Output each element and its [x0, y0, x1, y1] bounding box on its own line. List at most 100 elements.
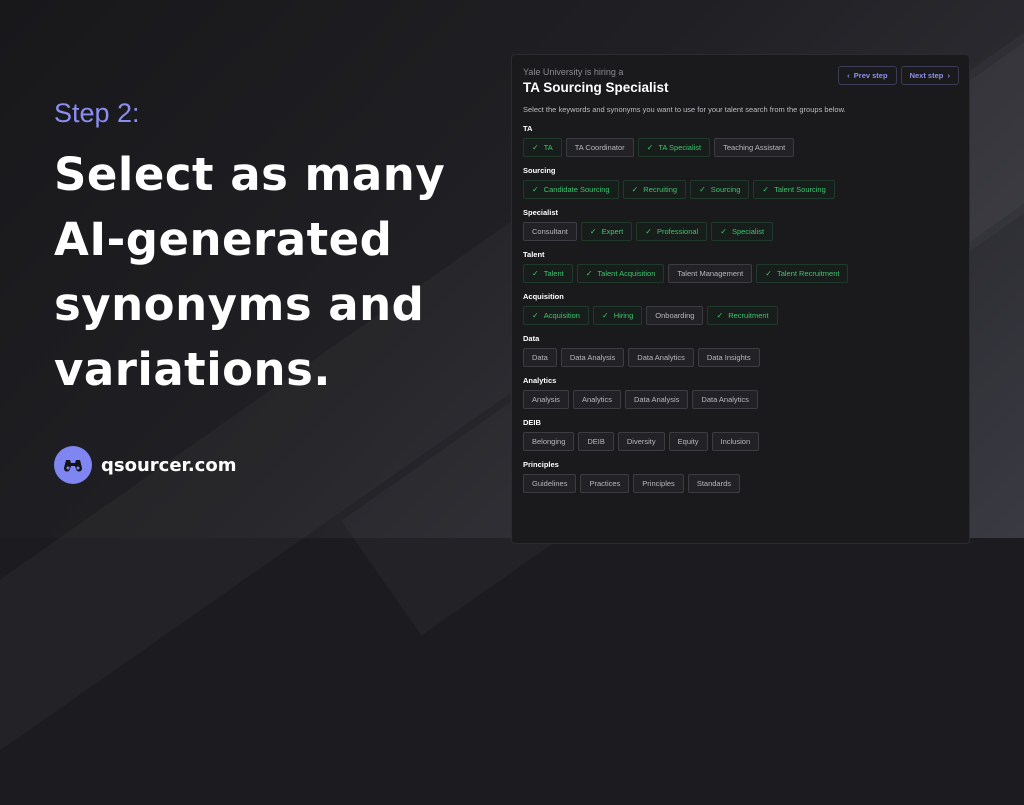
chip-label: Analysis [532, 395, 560, 404]
binoculars-icon [54, 446, 92, 484]
chip-label: Talent Recruitment [776, 269, 840, 278]
prev-step-button[interactable]: ‹ Prev step [838, 66, 897, 85]
chip-label: Consultant [532, 227, 568, 236]
keyword-chip[interactable]: ✓ Specialist [711, 222, 774, 241]
keyword-chip[interactable]: Analytics [572, 390, 621, 409]
chip-list: ✓ Candidate Sourcing ✓ Recruiting ✓ Sourcing ✓… [523, 180, 958, 199]
keyword-chip[interactable]: Principles [633, 474, 684, 493]
keyword-group: Data Data Data Analysis Data Analytics Data … [523, 334, 958, 367]
keyword-chip[interactable]: ✓ Talent Sourcing [753, 180, 835, 199]
keyword-group: Sourcing ✓ Candidate Sourcing ✓ Recruiting ✓ S… [523, 166, 958, 199]
keyword-chip[interactable]: ✓ TA Specialist [637, 138, 711, 157]
keyword-chip[interactable]: Teaching Assistant [714, 138, 795, 157]
chip-label: Talent [543, 269, 564, 278]
keyword-group: Acquisition ✓ Acquisition ✓ Hiring Onboarding… [523, 292, 958, 325]
group-label: Principles [523, 460, 559, 469]
chip-label: Talent Sourcing [774, 185, 826, 194]
chip-label: Standards [696, 479, 732, 488]
keyword-chip[interactable]: Consultant [523, 222, 577, 241]
group-label: TA [523, 124, 533, 133]
keyword-chip[interactable]: ✓ Talent [523, 264, 573, 283]
step-label: Step 2: [54, 98, 140, 128]
keyword-chip[interactable]: Belonging [523, 432, 575, 451]
chip-label: TA Coordinator [574, 143, 625, 152]
chevron-left-icon: ‹ [847, 71, 854, 80]
check-icon: ✓ [646, 143, 654, 152]
group-label: Acquisition [523, 292, 564, 301]
keyword-group: Talent ✓ Talent ✓ Talent Acquisition Talent M… [523, 250, 958, 283]
chip-list: Belonging DEIB Diversity Equity Inclusion [523, 432, 958, 451]
chip-label: Professional [656, 227, 699, 236]
chip-label: Recruitment [728, 311, 769, 320]
keyword-chip[interactable]: ✓ Hiring [592, 306, 643, 325]
keyword-chip[interactable]: ✓ TA [523, 138, 562, 157]
next-step-button[interactable]: Next step › [900, 66, 959, 85]
keyword-chip[interactable]: Inclusion [711, 432, 760, 451]
chip-label: Recruiting [643, 185, 678, 194]
keyword-chip[interactable]: Data [523, 348, 557, 367]
keyword-chip[interactable]: Analysis [523, 390, 569, 409]
keyword-chip[interactable]: ✓ Talent Acquisition [576, 264, 665, 283]
chip-list: Consultant ✓ Expert ✓ Professional ✓ Specialis… [523, 222, 958, 241]
chip-label: Data Analysis [633, 395, 680, 404]
chip-label: TA Specialist [658, 143, 702, 152]
keyword-chip[interactable]: Data Analysis [560, 348, 625, 367]
instructions: Select the keywords and synonyms you wan… [523, 105, 846, 114]
keyword-chip[interactable]: Equity [668, 432, 708, 451]
chip-label: Data Insights [706, 353, 751, 362]
check-icon: ✓ [699, 185, 706, 194]
keyword-chip[interactable]: ✓ Sourcing [690, 180, 750, 199]
keyword-chip[interactable]: Talent Management [668, 264, 753, 283]
keyword-chip[interactable]: Data Analytics [628, 348, 694, 367]
keyword-chip[interactable]: ✓ Professional [636, 222, 708, 241]
check-icon: ✓ [532, 269, 539, 278]
chip-label: Acquisition [543, 311, 580, 320]
headline: Select as many AI-generated synonyms and… [54, 148, 446, 396]
chip-label: Talent Acquisition [597, 269, 656, 278]
keyword-groups: TA ✓ TA TA Coordinator ✓ TA Specialist Teachin… [523, 124, 958, 493]
chevron-right-icon: › [943, 71, 950, 80]
chip-label: Guidelines [532, 479, 568, 488]
chip-label: TA [543, 143, 553, 152]
chip-label: Belonging [532, 437, 566, 446]
keyword-chip[interactable]: ✓ Recruiting [622, 180, 687, 199]
keyword-chip[interactable]: ✓ Recruitment [707, 306, 778, 325]
keyword-chip[interactable]: ✓ Expert [580, 222, 633, 241]
keyword-chip[interactable]: Data Analysis [624, 390, 689, 409]
keyword-chip[interactable]: Diversity [617, 432, 665, 451]
check-icon: ✓ [585, 269, 593, 278]
chip-label: Diversity [626, 437, 656, 446]
keyword-chip[interactable]: Guidelines [523, 474, 577, 493]
check-icon: ✓ [762, 185, 770, 194]
keyword-group: Principles Guidelines Practices Principles S… [523, 460, 958, 493]
keyword-chip[interactable]: Practices [580, 474, 630, 493]
chip-label: Candidate Sourcing [543, 185, 610, 194]
chip-label: Specialist [731, 227, 765, 236]
check-icon: ✓ [532, 311, 539, 320]
chip-list: Data Data Analysis Data Analytics Data Insi… [523, 348, 958, 367]
chip-label: Onboarding [655, 311, 695, 320]
check-icon: ✓ [532, 143, 539, 152]
keyword-chip[interactable]: Data Analytics [692, 390, 758, 409]
chip-label: Teaching Assistant [723, 143, 786, 152]
chip-label: Data Analysis [569, 353, 616, 362]
keyword-chip[interactable]: ✓ Candidate Sourcing [523, 180, 619, 199]
prev-label: Prev step [853, 71, 888, 80]
keyword-chip[interactable]: ✓ Talent Recruitment [756, 264, 849, 283]
group-label: Specialist [523, 208, 559, 217]
keyword-group: TA ✓ TA TA Coordinator ✓ TA Specialist Teachin… [523, 124, 958, 157]
keyword-chip[interactable]: DEIB [578, 432, 614, 451]
group-label: DEIB [523, 418, 541, 427]
keyword-group: Analytics Analysis Analytics Data Analysis D… [523, 376, 958, 409]
keyword-chip[interactable]: Standards [687, 474, 741, 493]
keyword-chip[interactable]: Data Insights [697, 348, 760, 367]
group-label: Sourcing [523, 166, 556, 175]
next-label: Next step [909, 71, 944, 80]
chip-label: Expert [601, 227, 624, 236]
keyword-chip[interactable]: TA Coordinator [565, 138, 634, 157]
keyword-chip[interactable]: ✓ Acquisition [523, 306, 589, 325]
chip-label: Talent Management [677, 269, 744, 278]
keyword-chip[interactable]: Onboarding [646, 306, 704, 325]
chip-label: Hiring [613, 311, 634, 320]
chip-list: Guidelines Practices Principles Standards [523, 474, 958, 493]
